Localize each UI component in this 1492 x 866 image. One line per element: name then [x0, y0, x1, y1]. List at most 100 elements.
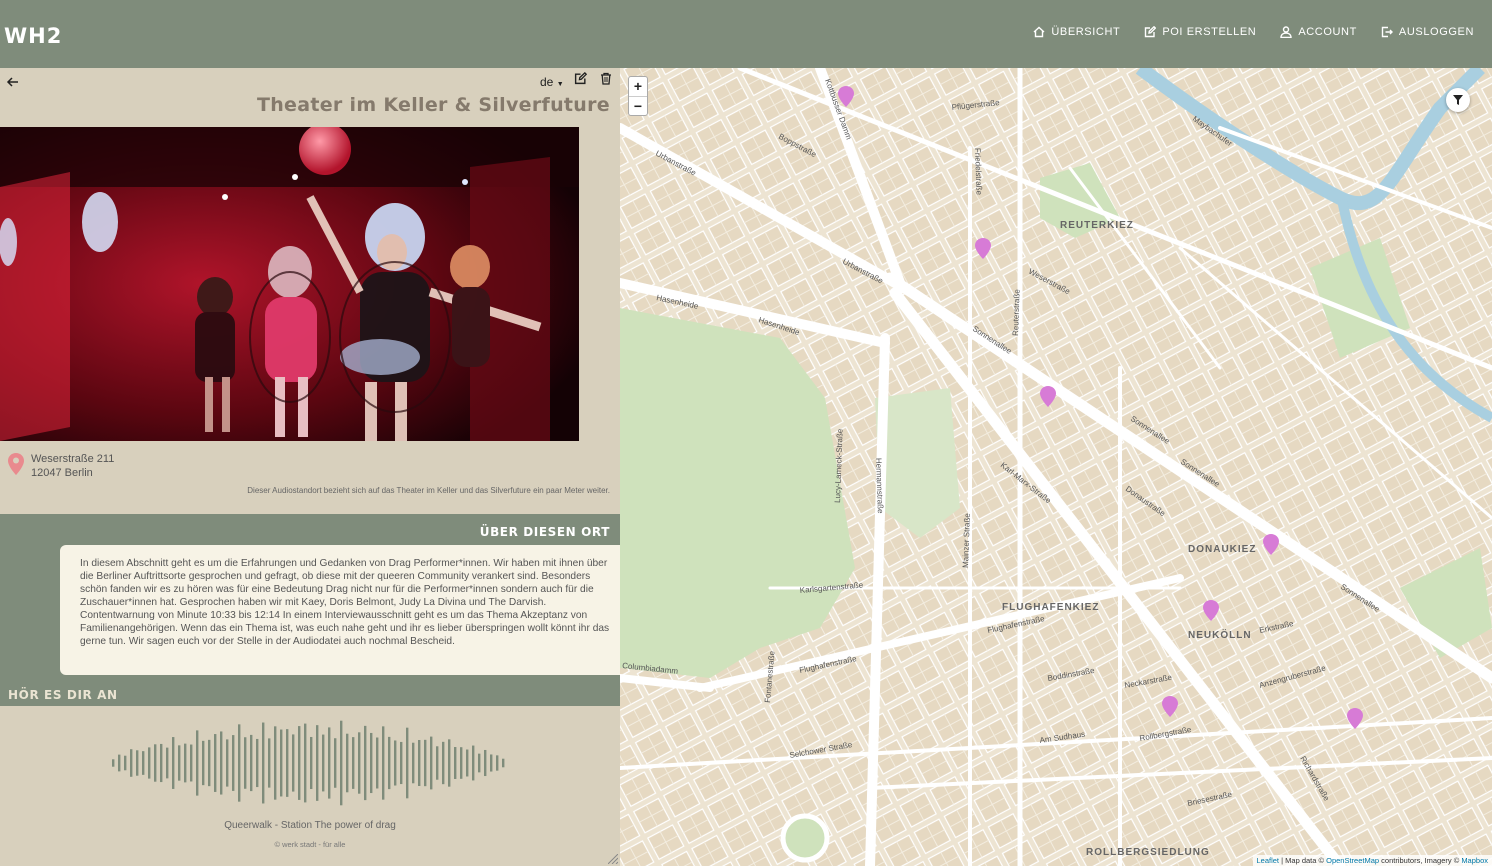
user-icon: [1280, 26, 1293, 38]
waveform-bar: [220, 731, 223, 795]
district-label-reuterkiez: REUTERKIEZ: [1060, 220, 1134, 231]
waveform-bar: [232, 735, 235, 791]
app-logo[interactable]: WH2: [4, 24, 62, 48]
waveform-bar: [124, 755, 127, 771]
poi-address: Weserstraße 211 12047 Berlin: [31, 452, 114, 480]
logout-icon: [1381, 26, 1393, 38]
filter-button[interactable]: [1446, 88, 1470, 112]
waveform-bar: [280, 729, 283, 797]
nav-logout-label: AUSLOGGEN: [1398, 26, 1474, 38]
waveform-bar: [130, 749, 133, 777]
waveform-bar: [250, 734, 253, 792]
nav-account[interactable]: ACCOUNT: [1280, 26, 1357, 38]
waveform-bar: [184, 743, 187, 783]
map-panel[interactable]: REUTERKIEZ DONAUKIEZ FLUGHAFENKIEZ NEUKÖ…: [620, 68, 1492, 866]
waveform-bar: [256, 738, 259, 788]
about-heading: ÜBER DIESEN ORT: [479, 525, 610, 539]
waveform-bar: [430, 736, 433, 790]
drag-performers-photo: [0, 127, 579, 441]
poi-title: Theater im Keller & Silverfuture: [256, 94, 610, 116]
roundabout: [780, 813, 830, 863]
map-attribution: Leaflet | Map data © OpenStreetMap contr…: [1252, 855, 1492, 866]
waveform-bar: [118, 754, 121, 772]
language-value: de: [540, 75, 554, 89]
waveform-bar: [262, 722, 265, 804]
map-canvas[interactable]: REUTERKIEZ DONAUKIEZ FLUGHAFENKIEZ NEUKÖ…: [620, 68, 1492, 866]
about-section: ÜBER DIESEN ORT In diesem Abschnitt geht…: [0, 514, 620, 678]
back-arrow-icon[interactable]: [6, 75, 20, 89]
waveform-bar: [466, 749, 469, 777]
waveform-bar: [502, 758, 505, 768]
waveform-bar: [226, 739, 229, 787]
nav-logout[interactable]: AUSLOGGEN: [1381, 26, 1474, 38]
waveform-bar: [340, 720, 343, 806]
zoom-out-button[interactable]: −: [629, 96, 647, 115]
waveform-bar: [382, 726, 385, 800]
waveform-bar: [328, 727, 331, 799]
language-select[interactable]: de ▼: [540, 75, 564, 89]
waveform-bar: [490, 754, 493, 772]
waveform-bar: [286, 729, 289, 797]
waveform-bar: [274, 726, 277, 800]
resize-handle-icon[interactable]: [608, 854, 618, 864]
zoom-in-button[interactable]: +: [629, 77, 647, 96]
district-label-donaukiez: DONAUKIEZ: [1188, 544, 1256, 555]
waveform-bar: [478, 753, 481, 773]
waveform-bar: [364, 725, 367, 801]
waveform-bar: [424, 739, 427, 787]
waveform-bar: [136, 750, 139, 776]
filter-icon: [1453, 95, 1463, 105]
waveform-bar: [310, 736, 313, 790]
waveform-bar: [316, 725, 319, 801]
listen-section: HÖR ES DIR AN: [0, 678, 620, 706]
poi-photo: [0, 127, 579, 441]
waveform-bar: [370, 732, 373, 794]
waveform-bar: [406, 727, 409, 799]
waveform-bar: [442, 741, 445, 785]
attribution-text-2: contributors, Imagery ©: [1379, 856, 1462, 865]
waveform-bar: [394, 740, 397, 786]
waveform-bar: [400, 741, 403, 785]
address-city: 12047 Berlin: [31, 467, 93, 479]
home-icon: [1033, 26, 1045, 38]
street-label-mainzer-strasse: Mainzer Straße: [961, 513, 972, 569]
attribution-osm-link[interactable]: OpenStreetMap: [1326, 856, 1379, 865]
edit-poi-icon[interactable]: [574, 72, 587, 85]
waveform-bar: [334, 738, 337, 788]
waveform-bar: [298, 726, 301, 800]
waveform-bar: [436, 746, 439, 780]
delete-trash-icon[interactable]: [600, 72, 612, 85]
nav-overview-label: ÜBERSICHT: [1051, 26, 1121, 38]
waveform-bar: [208, 739, 211, 787]
waveform-bar: [190, 744, 193, 782]
waveform-bar: [418, 739, 421, 787]
waveform-bar: [484, 749, 487, 777]
street-label-friedelstrasse: Friedelstraße: [973, 148, 984, 196]
attribution-mapbox-link[interactable]: Mapbox: [1461, 856, 1488, 865]
main-nav: ÜBERSICHT POI ERSTELLEN ACCOUNT AUSLOGGE…: [1033, 26, 1474, 38]
chevron-down-icon: ▼: [556, 81, 564, 88]
waveform-bar: [460, 747, 463, 779]
waveform-bar: [352, 737, 355, 789]
waveform-bar: [238, 724, 241, 802]
edit-icon: [1145, 26, 1157, 38]
waveform-bar: [172, 737, 175, 789]
waveform-bar: [292, 734, 295, 792]
district-label-neukoelln: NEUKÖLLN: [1188, 628, 1252, 641]
waveform-bar: [448, 739, 451, 787]
zoom-control: + −: [628, 76, 648, 116]
district-label-flughafenkiez: FLUGHAFENKIEZ: [1002, 602, 1099, 613]
waveform-bar: [388, 736, 391, 790]
nav-overview[interactable]: ÜBERSICHT: [1033, 26, 1120, 38]
attribution-leaflet-link[interactable]: Leaflet: [1257, 856, 1280, 865]
waveform-bar: [244, 737, 247, 789]
audio-waveform[interactable]: [110, 713, 510, 813]
location-pin-icon: [8, 453, 24, 475]
nav-create-poi[interactable]: POI ERSTELLEN: [1144, 26, 1256, 38]
waveform-bar: [196, 730, 199, 796]
waveform-bar: [304, 723, 307, 803]
about-text: In diesem Abschnitt geht es um die Erfah…: [60, 545, 620, 675]
waveform-bar: [160, 743, 163, 783]
waveform-bar: [412, 742, 415, 784]
listen-heading: HÖR ES DIR AN: [8, 688, 118, 702]
